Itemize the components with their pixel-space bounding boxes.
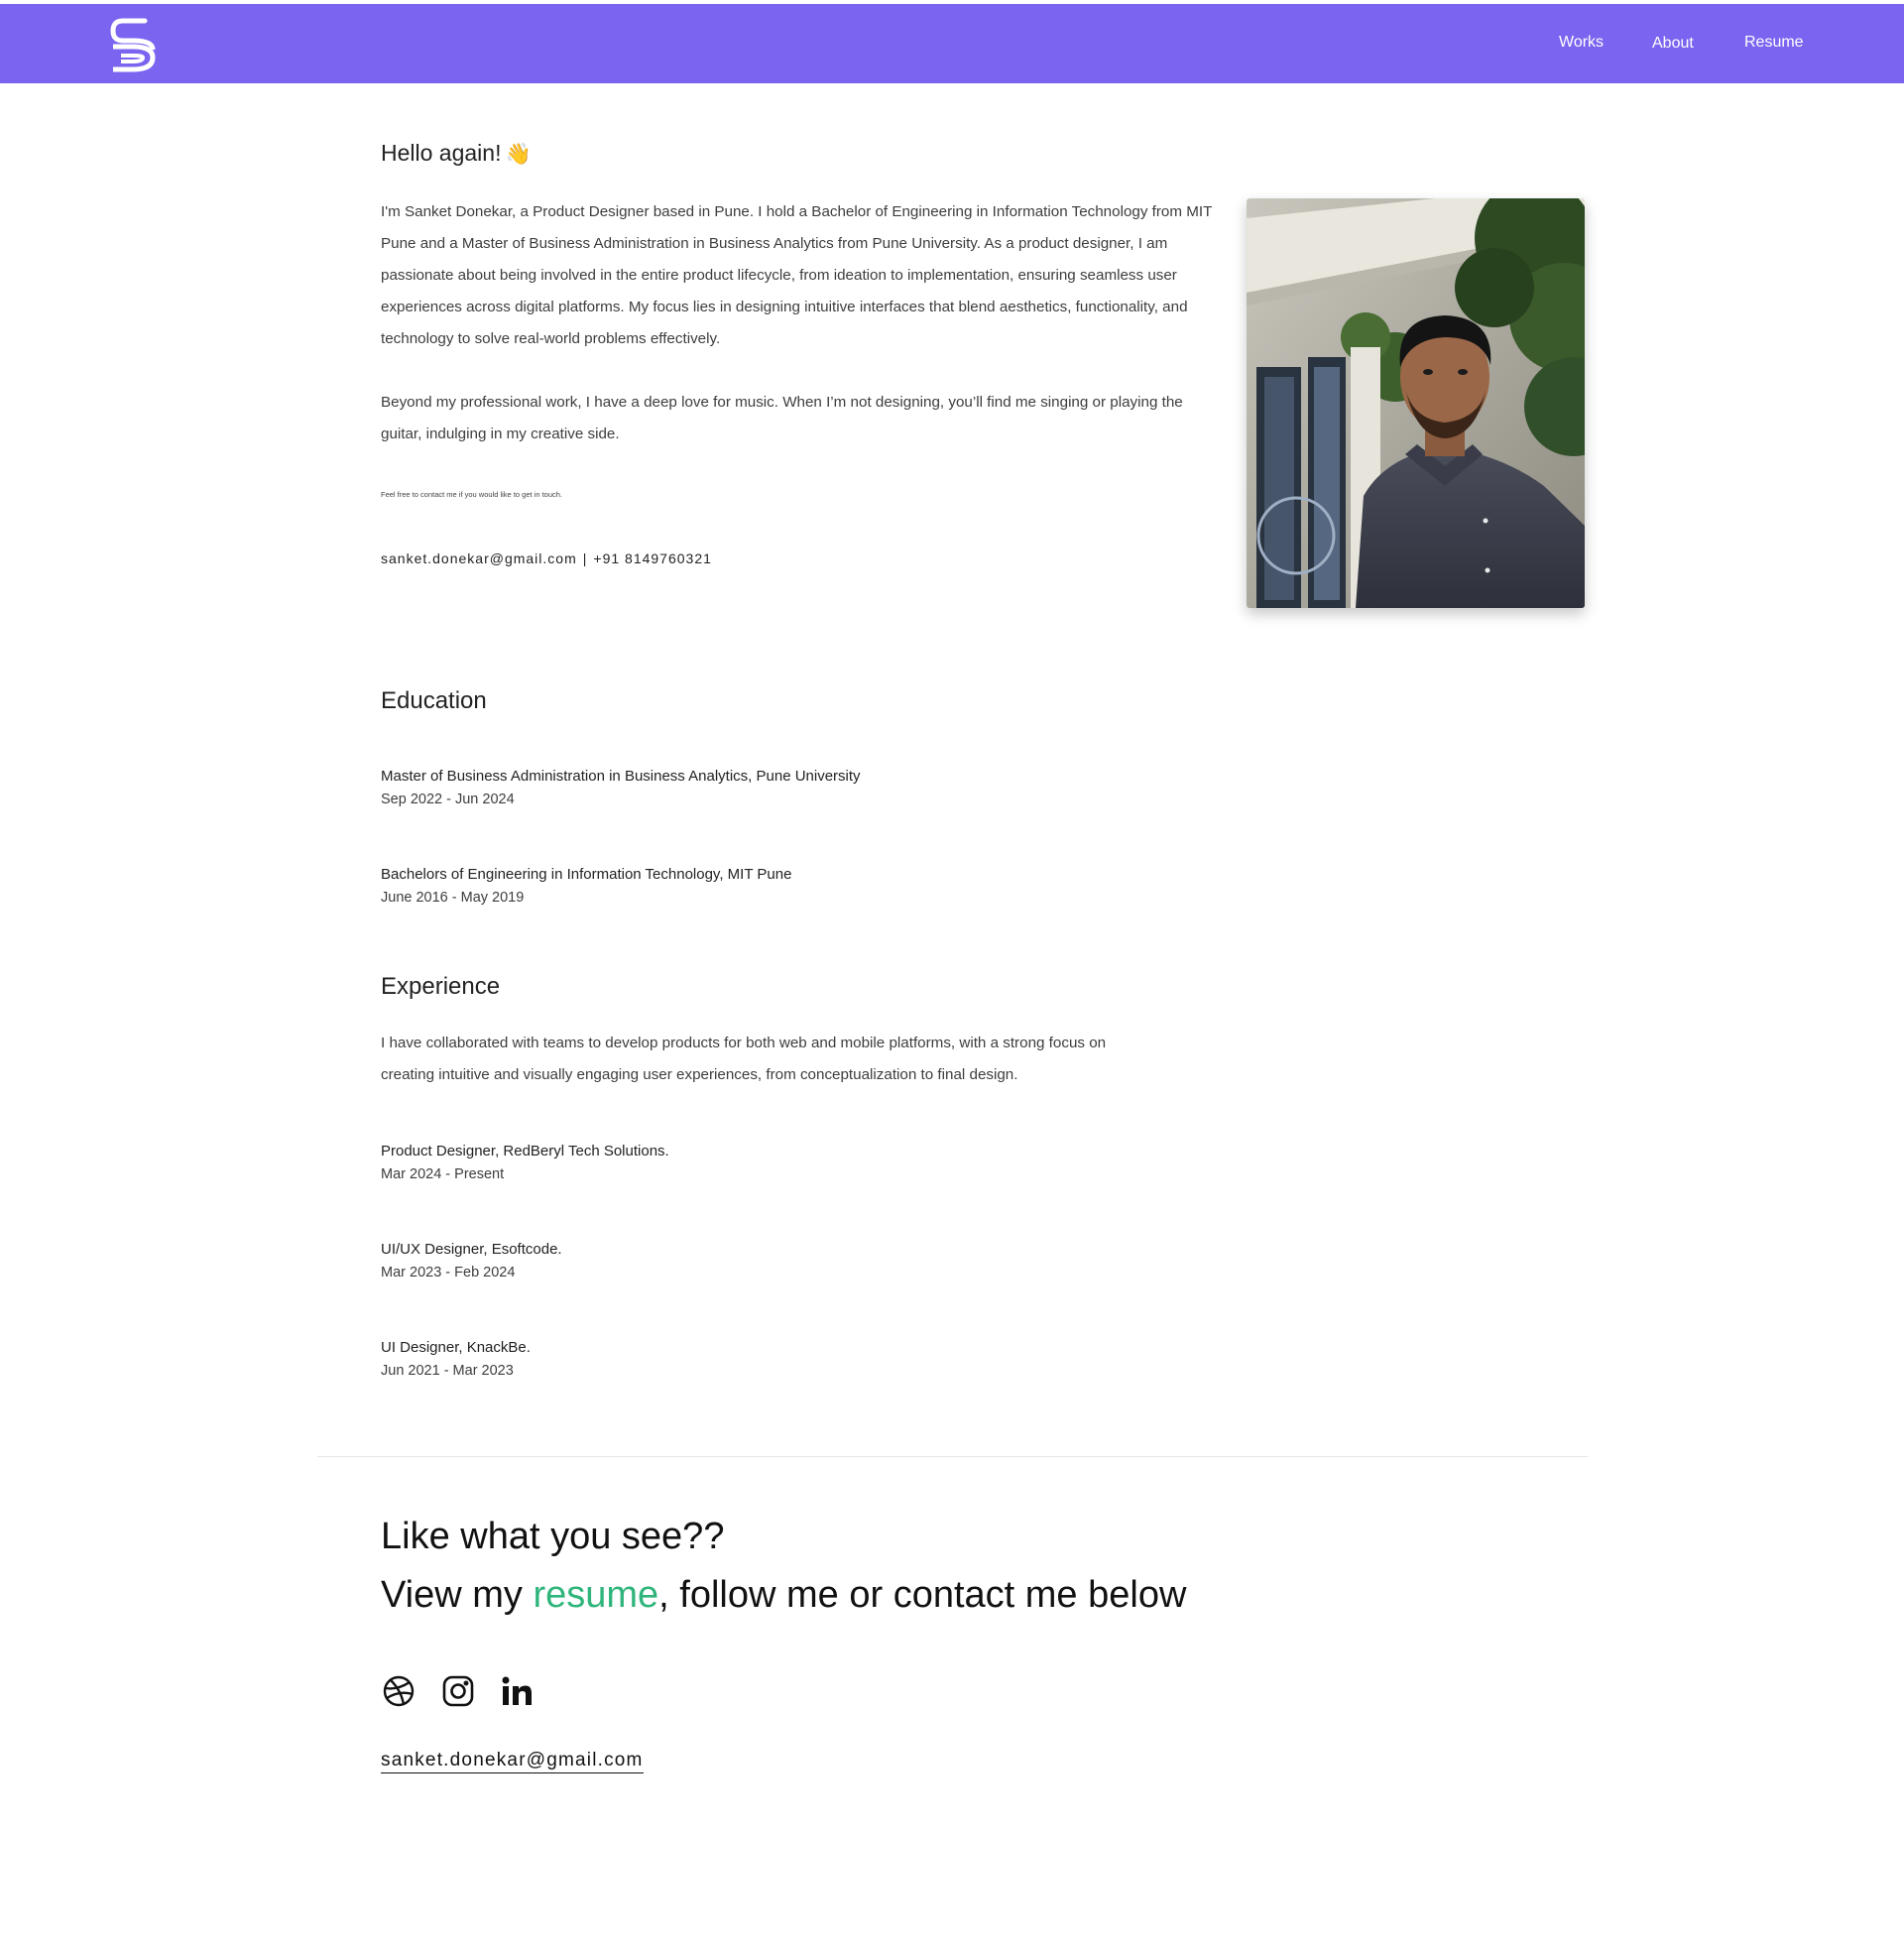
linkedin-icon[interactable] bbox=[500, 1674, 534, 1708]
greeting-text: Hello again! bbox=[381, 140, 502, 166]
cta-suffix: , follow me or contact me below bbox=[658, 1574, 1187, 1616]
experience-dates: Jun 2021 - Mar 2023 bbox=[381, 1363, 514, 1379]
greeting-heading: Hello again! 👋 bbox=[381, 140, 532, 167]
nav-link-about[interactable]: About bbox=[1652, 35, 1694, 53]
experience-dates: Mar 2024 - Present bbox=[381, 1166, 505, 1182]
experience-title: UI Designer, KnackBe. bbox=[381, 1339, 531, 1356]
section-divider bbox=[317, 1456, 1588, 1457]
contact-line: sanket.donekar@gmail.com | +91 8149760321 bbox=[381, 550, 712, 566]
cta-subheading: View my resume, follow me or contact me … bbox=[381, 1574, 1186, 1617]
experience-heading: Experience bbox=[381, 973, 501, 1000]
education-dates: Sep 2022 - Jun 2024 bbox=[381, 792, 515, 807]
cta-heading: Like what you see?? bbox=[381, 1516, 725, 1557]
education-heading: Education bbox=[381, 687, 487, 714]
contact-email[interactable]: sanket.donekar@gmail.com bbox=[381, 550, 577, 566]
contact-note: Feel free to contact me if you would lik… bbox=[381, 490, 563, 499]
waving-hand-icon: 👋 bbox=[505, 143, 532, 166]
resume-link[interactable]: resume bbox=[533, 1574, 658, 1616]
nav-link-resume[interactable]: Resume bbox=[1744, 34, 1804, 52]
experience-intro: I have collaborated with teams to develo… bbox=[381, 1035, 1107, 1083]
cta-prefix: View my bbox=[381, 1574, 534, 1616]
profile-photo bbox=[1247, 198, 1585, 608]
dribbble-icon[interactable] bbox=[382, 1674, 416, 1708]
instagram-icon[interactable] bbox=[441, 1674, 475, 1708]
nav-link-works[interactable]: Works bbox=[1559, 34, 1604, 52]
intro-paragraph: I'm Sanket Donekar, a Product Designer b… bbox=[381, 203, 1213, 347]
education-title: Bachelors of Engineering in Information … bbox=[381, 866, 792, 883]
education-title: Master of Business Administration in Bus… bbox=[381, 768, 861, 785]
experience-title: UI/UX Designer, Esoftcode. bbox=[381, 1241, 562, 1258]
experience-dates: Mar 2023 - Feb 2024 bbox=[381, 1265, 516, 1281]
sd-logo[interactable] bbox=[107, 16, 159, 73]
contact-phone[interactable]: +91 8149760321 bbox=[593, 550, 712, 566]
top-nav-bar: Works About Resume bbox=[0, 4, 1904, 83]
footer-email-link[interactable]: sanket.donekar@gmail.com bbox=[381, 1750, 644, 1773]
experience-title: Product Designer, RedBeryl Tech Solution… bbox=[381, 1143, 669, 1160]
contact-separator: | bbox=[582, 550, 588, 566]
education-dates: June 2016 - May 2019 bbox=[381, 890, 525, 906]
music-paragraph: Beyond my professional work, I have a de… bbox=[381, 394, 1183, 442]
